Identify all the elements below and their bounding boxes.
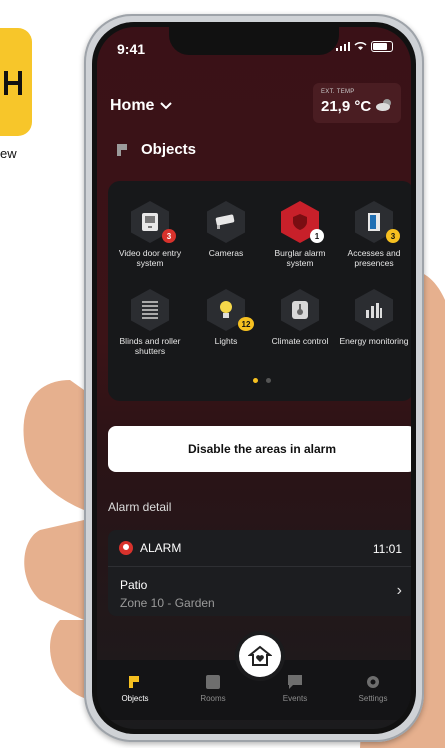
page-dot[interactable] — [253, 378, 258, 383]
events-icon — [288, 675, 302, 689]
alarm-zone: Zone 10 - Garden — [120, 596, 215, 610]
alarm-siren-icon — [119, 541, 133, 555]
chevron-right-icon: › — [396, 582, 402, 599]
objects-icon — [129, 676, 139, 688]
alarm-card[interactable]: ALARM 11:01 Patio Zone 10 - Garden › — [108, 530, 411, 616]
alarm-location: Patio — [120, 578, 148, 592]
tile-label: Energy monitoring — [339, 336, 409, 346]
tab-objects[interactable]: Objects — [105, 674, 165, 703]
battery-icon — [371, 41, 393, 52]
divider — [108, 566, 411, 567]
tab-events[interactable]: Events — [265, 674, 325, 703]
gear-icon — [367, 676, 379, 688]
tile-label: Climate control — [271, 336, 329, 346]
alarm-status: ALARM — [118, 540, 181, 556]
page-dot[interactable] — [266, 378, 271, 383]
tile-badge: 1 — [310, 229, 324, 243]
tab-label: Rooms — [200, 694, 226, 703]
objects-section-title: Objects — [115, 141, 196, 158]
signal-icon — [336, 42, 350, 51]
home-fab-button[interactable] — [239, 635, 281, 677]
weather-label: EXT. TEMP — [321, 89, 355, 95]
alarm-time: 11:01 — [372, 542, 402, 556]
house-heart-icon — [248, 645, 272, 666]
phone-frame: 9:41 Home EXT. TEMP 21,9 °C Objects 3 Vi… — [84, 14, 424, 742]
tile-label: Cameras — [208, 248, 244, 258]
disable-alarm-areas-button[interactable]: Disable the areas in alarm — [108, 426, 411, 472]
objects-icon — [117, 143, 127, 156]
objects-title: Objects — [141, 141, 197, 158]
app-screen: 9:41 Home EXT. TEMP 21,9 °C Objects 3 Vi… — [97, 27, 411, 729]
tile-lights[interactable]: 12 Lights — [188, 289, 264, 346]
tile-energy[interactable]: Energy monitoring — [336, 289, 411, 346]
tile-cameras[interactable]: Cameras — [188, 201, 264, 258]
weather-widget[interactable]: EXT. TEMP 21,9 °C — [313, 83, 401, 123]
tile-accesses[interactable]: 3 Accesses and presences — [336, 201, 411, 268]
tile-label: Burglar alarm system — [274, 248, 326, 268]
tile-badge: 3 — [386, 229, 400, 243]
tile-blinds[interactable]: Blinds and roller shutters — [112, 289, 188, 356]
weather-value: 21,9 °C — [321, 98, 372, 115]
tile-label: Video door entry system — [118, 248, 182, 268]
energy-icon — [355, 289, 393, 331]
phone-bezel: 9:41 Home EXT. TEMP 21,9 °C Objects 3 Vi… — [92, 22, 416, 734]
alarm-detail-title: Alarm detail — [108, 500, 172, 514]
rooms-icon — [206, 675, 220, 689]
tab-label: Settings — [358, 694, 388, 703]
camera-icon — [207, 201, 245, 243]
page-indicator — [253, 378, 271, 383]
tile-label: Lights — [214, 336, 238, 346]
wifi-icon — [354, 42, 367, 50]
status-time: 9:41 — [117, 41, 146, 57]
tab-rooms[interactable]: Rooms — [183, 674, 243, 703]
tile-video-door[interactable]: 3 Video door entry system — [112, 201, 188, 268]
tab-settings[interactable]: Settings — [343, 674, 403, 703]
chevron-down-icon — [160, 102, 173, 110]
notch — [169, 27, 339, 55]
tile-badge: 3 — [162, 229, 176, 243]
tile-label: Blinds and roller shutters — [119, 336, 181, 356]
tile-climate[interactable]: Climate control — [262, 289, 338, 346]
tile-badge: 12 — [238, 317, 254, 331]
home-selector[interactable]: Home — [110, 97, 173, 115]
tab-label: Events — [282, 694, 308, 703]
tab-label: Objects — [121, 694, 149, 703]
alarm-status-label: ALARM — [140, 541, 182, 555]
objects-panel: 3 Video door entry system Cameras 1 Burg… — [108, 181, 411, 401]
status-icons — [336, 41, 393, 52]
tile-burglar-alarm[interactable]: 1 Burglar alarm system — [262, 201, 338, 268]
blinds-icon — [131, 289, 169, 331]
cloud-moon-icon — [376, 99, 391, 111]
home-title: Home — [110, 97, 155, 114]
thermometer-icon — [281, 289, 319, 331]
tile-label: Accesses and presences — [347, 248, 401, 268]
